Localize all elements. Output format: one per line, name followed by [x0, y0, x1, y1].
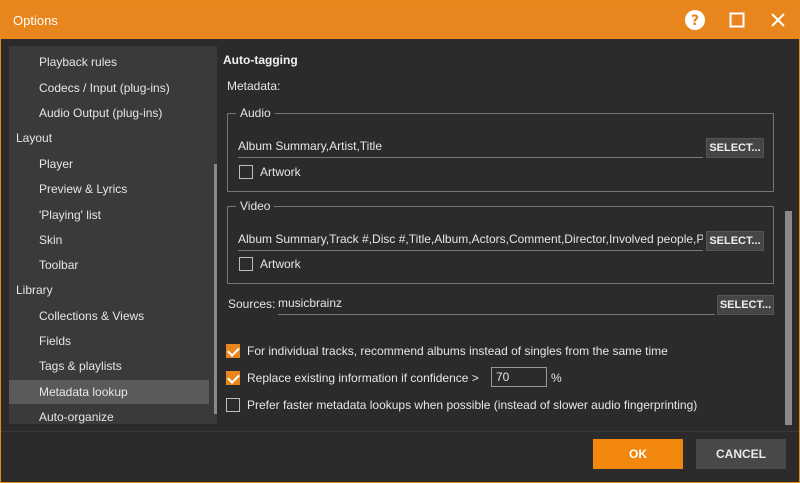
audio-group-legend: Audio [236, 106, 275, 120]
replace-info-label: Replace existing information if confiden… [247, 371, 479, 385]
sources-label: Sources: [228, 297, 276, 311]
options-sidebar: Playback rules Codecs / Input (plug-ins)… [9, 46, 217, 424]
footer-divider [1, 431, 799, 432]
metadata-lookup-panel: Auto-tagging Metadata: Audio Album Summa… [223, 46, 793, 426]
metadata-label: Metadata: [227, 79, 281, 93]
sidebar-item-toolbar[interactable]: Toolbar [9, 253, 209, 277]
video-group-legend: Video [236, 199, 275, 213]
section-title: Auto-tagging [223, 53, 298, 67]
help-button[interactable]: ? [681, 7, 709, 33]
sidebar-item-preview-lyrics[interactable]: Preview & Lyrics [9, 177, 209, 201]
sidebar-item-player[interactable]: Player [9, 152, 209, 176]
replace-info-checkbox[interactable] [226, 371, 240, 385]
sidebar-item-collections-views[interactable]: Collections & Views [9, 304, 209, 328]
audio-select-button[interactable]: SELECT... [706, 138, 764, 158]
sidebar-item-library[interactable]: Library [9, 278, 209, 302]
recommend-albums-label: For individual tracks, recommend albums … [247, 344, 668, 358]
video-artwork-checkbox[interactable] [239, 257, 253, 271]
prefer-faster-label: Prefer faster metadata lookups when poss… [247, 398, 698, 412]
maximize-icon [729, 12, 745, 28]
main-scrollbar[interactable] [785, 211, 792, 425]
help-icon: ? [685, 10, 705, 30]
close-button[interactable] [764, 7, 792, 33]
sidebar-scrollbar[interactable] [214, 164, 217, 414]
sidebar-item-metadata-lookup[interactable]: Metadata lookup [9, 380, 209, 404]
audio-artwork-checkbox[interactable] [239, 165, 253, 179]
sidebar-item-auto-organize[interactable]: Auto-organize [9, 405, 209, 424]
sidebar-item-playing-list[interactable]: 'Playing' list [9, 203, 209, 227]
confidence-percent: % [551, 371, 562, 385]
options-window: Options ? Playback rules Codecs / Input … [0, 0, 800, 483]
ok-button[interactable]: OK [593, 439, 683, 469]
sources-input[interactable]: musicbrainz [278, 293, 715, 315]
maximize-button[interactable] [723, 7, 751, 33]
sidebar-item-audio-output[interactable]: Audio Output (plug-ins) [9, 101, 209, 125]
video-select-button[interactable]: SELECT... [706, 231, 764, 251]
svg-text:?: ? [691, 13, 699, 29]
sidebar-item-skin[interactable]: Skin [9, 228, 209, 252]
audio-fields-input[interactable]: Album Summary,Artist,Title [238, 136, 703, 158]
sidebar-item-playback-rules[interactable]: Playback rules [9, 50, 209, 74]
sidebar-item-layout[interactable]: Layout [9, 126, 209, 150]
window-title: Options [13, 13, 58, 28]
sidebar-item-fields[interactable]: Fields [9, 329, 209, 353]
audio-group: Audio Album Summary,Artist,Title SELECT.… [227, 106, 774, 192]
sidebar-item-codecs-input[interactable]: Codecs / Input (plug-ins) [9, 76, 209, 100]
video-group: Video Album Summary,Track #,Disc #,Title… [227, 199, 774, 284]
video-artwork-label: Artwork [260, 257, 301, 271]
recommend-albums-checkbox[interactable] [226, 344, 240, 358]
prefer-faster-checkbox[interactable] [226, 398, 240, 412]
sidebar-item-tags-playlists[interactable]: Tags & playlists [9, 354, 209, 378]
sources-select-button[interactable]: SELECT... [717, 295, 774, 315]
confidence-input[interactable]: 70 [491, 367, 547, 387]
video-fields-input[interactable]: Album Summary,Track #,Disc #,Title,Album… [238, 229, 703, 251]
title-bar[interactable]: Options ? [1, 1, 799, 39]
audio-artwork-label: Artwork [260, 165, 301, 179]
close-icon [771, 13, 785, 27]
cancel-button[interactable]: CANCEL [696, 439, 786, 469]
